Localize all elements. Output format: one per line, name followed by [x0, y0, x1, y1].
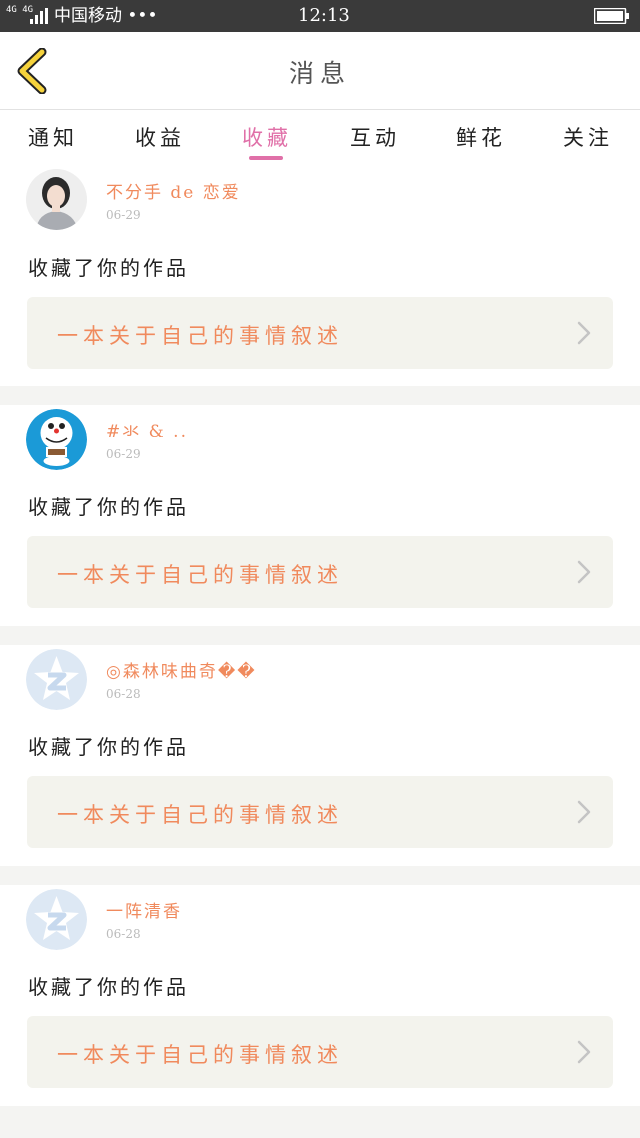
- chevron-right-icon: [577, 800, 591, 824]
- list-item: ◎森林味曲奇�� 06-28 收藏了你的作品 一本关于自己的事情叙述: [0, 645, 640, 866]
- username[interactable]: #氺 & ..: [106, 417, 188, 442]
- tab-favorites[interactable]: 收藏: [232, 122, 302, 160]
- tab-following[interactable]: 关注: [553, 122, 623, 152]
- work-link[interactable]: 一本关于自己的事情叙述: [27, 776, 613, 848]
- carrier-label: 中国移动 •••: [54, 6, 158, 26]
- nav-bar: 消息: [0, 32, 640, 110]
- list-item: #氺 & .. 06-29 收藏了你的作品 一本关于自己的事情叙述: [0, 405, 640, 626]
- work-link[interactable]: 一本关于自己的事情叙述: [27, 536, 613, 608]
- activity-text: 收藏了你的作品: [28, 256, 189, 280]
- list-item: 一阵清香 06-28 收藏了你的作品 一本关于自己的事情叙述: [0, 885, 640, 1106]
- clock: 12:13: [298, 5, 350, 26]
- status-bar: 4G 4G 中国移动 ••• 12:13: [0, 0, 640, 32]
- tab-earnings[interactable]: 收益: [125, 122, 195, 152]
- username[interactable]: 一阵清香: [106, 897, 182, 922]
- chevron-right-icon: [577, 1040, 591, 1064]
- username[interactable]: ◎森林味曲奇��: [106, 657, 257, 682]
- favorites-feed: 不分手 de 恋爱 06-29 收藏了你的作品 一本关于自己的事情叙述 #氺 &…: [0, 166, 640, 1106]
- activity-text: 收藏了你的作品: [28, 735, 189, 759]
- work-title: 一本关于自己的事情叙述: [57, 324, 343, 348]
- tab-notifications[interactable]: 通知: [18, 122, 88, 152]
- active-tab-indicator: [249, 156, 283, 160]
- activity-text: 收藏了你的作品: [28, 495, 189, 519]
- work-title: 一本关于自己的事情叙述: [57, 1043, 343, 1067]
- timestamp: 06-29: [106, 208, 141, 222]
- work-title: 一本关于自己的事情叙述: [57, 563, 343, 587]
- work-title: 一本关于自己的事情叙述: [57, 803, 343, 827]
- default-avatar-icon[interactable]: [26, 889, 87, 950]
- tab-flowers[interactable]: 鲜花: [446, 122, 516, 152]
- work-link[interactable]: 一本关于自己的事情叙述: [27, 297, 613, 369]
- user-avatar[interactable]: [26, 169, 87, 230]
- timestamp: 06-28: [106, 927, 141, 941]
- chevron-right-icon: [577, 560, 591, 584]
- work-link[interactable]: 一本关于自己的事情叙述: [27, 1016, 613, 1088]
- list-item: 不分手 de 恋爱 06-29 收藏了你的作品 一本关于自己的事情叙述: [0, 166, 640, 386]
- default-avatar-icon[interactable]: [26, 649, 87, 710]
- timestamp: 06-28: [106, 687, 141, 701]
- activity-text: 收藏了你的作品: [28, 975, 189, 999]
- tab-interactions[interactable]: 互动: [340, 122, 410, 152]
- tab-bar: 通知 收益 收藏 互动 鲜花 关注: [0, 110, 640, 166]
- user-avatar[interactable]: [26, 409, 87, 470]
- page-title: 消息: [288, 59, 351, 88]
- chevron-right-icon: [577, 321, 591, 345]
- battery-icon: [594, 8, 629, 24]
- signal-icon: [30, 8, 48, 24]
- username[interactable]: 不分手 de 恋爱: [106, 178, 241, 203]
- timestamp: 06-29: [106, 447, 141, 461]
